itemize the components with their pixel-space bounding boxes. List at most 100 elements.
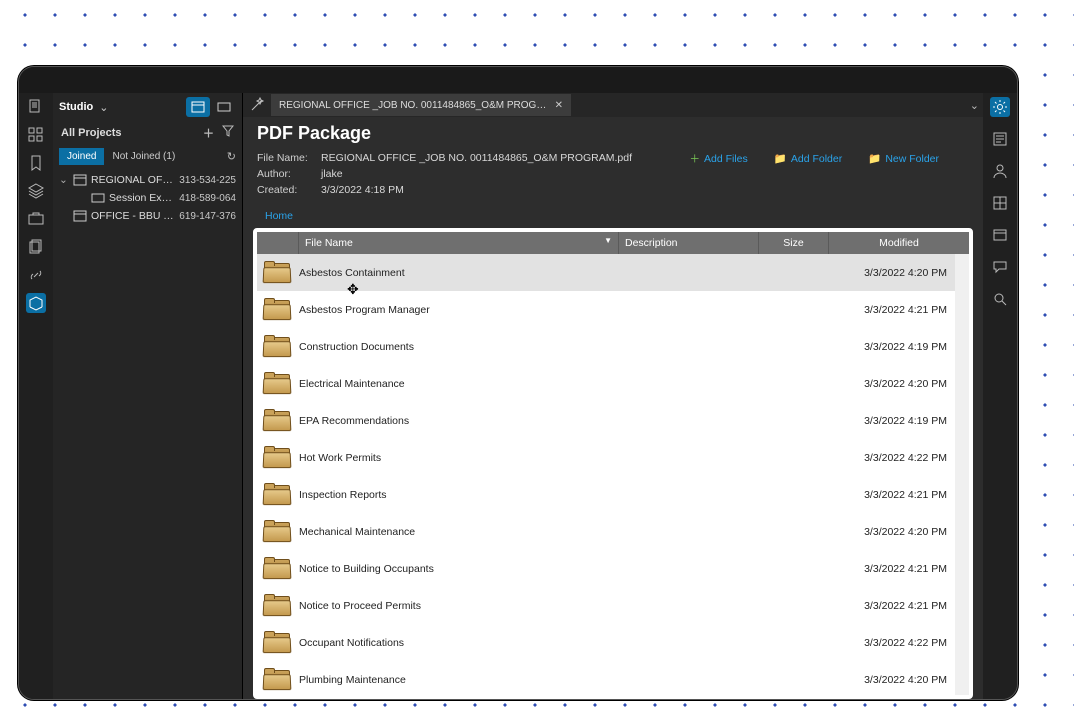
row-filename: Occupant Notifications <box>299 637 605 649</box>
col-filename[interactable]: File Name▼ <box>299 232 619 254</box>
studio-panel: Studio ⌄ All Projects ＋ Joined Not Joine… <box>53 93 243 699</box>
tab-not-joined[interactable]: Not Joined (1) <box>104 148 183 165</box>
add-folder-link[interactable]: 📁Add Folder <box>774 151 842 166</box>
studio-icon[interactable] <box>26 293 46 313</box>
folder-icon <box>257 298 299 322</box>
studio-label: Studio <box>59 101 93 113</box>
document-tab-title: REGIONAL OFFICE _JOB NO. 0011484865_O&M … <box>279 100 547 111</box>
package-heading: PDF Package <box>257 123 969 144</box>
row-modified: 3/3/2022 4:22 PM <box>815 452 955 464</box>
row-modified: 3/3/2022 4:21 PM <box>815 304 955 316</box>
row-filename: EPA Recommendations <box>299 415 605 427</box>
row-filename: Hot Work Permits <box>299 452 605 464</box>
created-key: Created: <box>257 184 311 196</box>
project-icon <box>91 192 105 204</box>
add-project-icon[interactable]: ＋ <box>203 125 214 141</box>
document-area: REGIONAL OFFICE _JOB NO. 0011484865_O&M … <box>243 93 983 699</box>
row-modified: 3/3/2022 4:20 PM <box>815 267 955 279</box>
document-tab[interactable]: REGIONAL OFFICE _JOB NO. 0011484865_O&M … <box>271 94 571 116</box>
right-icon-rail <box>983 93 1017 699</box>
table-row[interactable]: EPA Recommendations3/3/2022 4:19 PM <box>257 402 955 439</box>
col-description[interactable]: Description <box>619 232 759 254</box>
col-icon[interactable] <box>257 232 299 254</box>
project-icon <box>73 210 87 222</box>
studio-projects-toggle[interactable] <box>186 97 210 117</box>
table-row[interactable]: Asbestos Program Manager 3/3/2022 4:21 PM <box>257 291 955 328</box>
tree-item[interactable]: Session Example418-589-064 <box>55 189 240 207</box>
left-icon-rail <box>19 93 53 699</box>
row-modified: 3/3/2022 4:21 PM <box>815 489 955 501</box>
bookmark-icon[interactable] <box>26 153 46 173</box>
table-row[interactable]: Construction Documents3/3/2022 4:19 PM <box>257 328 955 365</box>
share-icon[interactable] <box>990 193 1010 213</box>
table-row[interactable]: Occupant Notifications 3/3/2022 4:22 PM <box>257 624 955 661</box>
user-icon[interactable] <box>990 161 1010 181</box>
filter-icon[interactable] <box>222 125 234 141</box>
row-filename: Plumbing Maintenance <box>299 674 605 686</box>
row-modified: 3/3/2022 4:20 PM <box>815 526 955 538</box>
chevron-down-icon: ⌄ <box>99 101 108 114</box>
row-modified: 3/3/2022 4:20 PM <box>815 674 955 686</box>
chat-icon[interactable] <box>990 257 1010 277</box>
author-value: jlake <box>321 168 343 180</box>
forms-icon[interactable] <box>990 225 1010 245</box>
properties-icon[interactable] <box>990 129 1010 149</box>
breadcrumb-home[interactable]: Home <box>265 210 293 222</box>
folder-icon <box>257 557 299 581</box>
tab-overflow-chevron[interactable]: ⌄ <box>970 99 983 112</box>
folder-icon <box>257 668 299 692</box>
col-modified[interactable]: Modified <box>829 232 969 254</box>
toolchest-icon[interactable] <box>26 209 46 229</box>
layers-icon[interactable] <box>26 181 46 201</box>
studio-sessions-toggle[interactable] <box>212 97 236 117</box>
close-tab-icon[interactable]: ✕ <box>555 100 563 111</box>
table-row[interactable]: Inspection Reports 3/3/2022 4:21 PM <box>257 476 955 513</box>
table-row[interactable]: Mechanical Maintenance3/3/2022 4:20 PM <box>257 513 955 550</box>
sets-icon[interactable] <box>26 237 46 257</box>
new-folder-link[interactable]: 📁New Folder <box>868 151 939 166</box>
file-rows: Asbestos Containment✥3/3/2022 4:20 PMAsb… <box>257 254 955 695</box>
search-icon[interactable] <box>990 289 1010 309</box>
app-window: Studio ⌄ All Projects ＋ Joined Not Joine… <box>18 66 1018 700</box>
folder-plus-icon: 📁 <box>774 152 787 165</box>
breadcrumb: Home <box>243 206 983 228</box>
all-projects-label: All Projects <box>61 127 122 139</box>
vertical-scrollbar[interactable] <box>955 254 969 695</box>
row-modified: 3/3/2022 4:22 PM <box>815 637 955 649</box>
row-filename: Asbestos Containment✥ <box>299 267 605 279</box>
window-titlebar[interactable] <box>19 67 1017 93</box>
table-row[interactable]: Notice to Proceed Permits3/3/2022 4:21 P… <box>257 587 955 624</box>
grid-icon[interactable] <box>26 125 46 145</box>
project-tree: ⌄REGIONAL OFFICE TER...313-534-225Sessio… <box>53 167 242 229</box>
row-filename: Asbestos Program Manager <box>299 304 605 316</box>
package-actions: ＋Add Files 📁Add Folder 📁New Folder <box>690 151 940 166</box>
table-row[interactable]: Plumbing Maintenance 3/3/2022 4:20 PM <box>257 661 955 695</box>
table-row[interactable]: Notice to Building Occupants3/3/2022 4:2… <box>257 550 955 587</box>
all-projects-header: All Projects ＋ <box>53 121 242 145</box>
table-row[interactable]: Electrical Maintenance3/3/2022 4:20 PM <box>257 365 955 402</box>
col-size[interactable]: Size <box>759 232 829 254</box>
settings-gear-icon[interactable] <box>990 97 1010 117</box>
row-filename: Inspection Reports <box>299 489 605 501</box>
studio-selector[interactable]: Studio ⌄ <box>53 93 242 121</box>
tree-item[interactable]: ⌄REGIONAL OFFICE TER...313-534-225 <box>55 171 240 189</box>
document-tab-row: REGIONAL OFFICE _JOB NO. 0011484865_O&M … <box>243 93 983 117</box>
folder-icon <box>257 335 299 359</box>
file-list-card: File Name▼ Description Size Modified Asb… <box>253 228 973 699</box>
filename-key: File Name: <box>257 152 311 164</box>
links-icon[interactable] <box>26 265 46 285</box>
table-row[interactable]: Asbestos Containment✥ 3/3/2022 4:20 PM <box>257 254 955 291</box>
tree-item[interactable]: OFFICE - BBU T5 Job No...619-147-376 <box>55 207 240 225</box>
project-icon <box>73 174 87 186</box>
folder-icon <box>257 446 299 470</box>
refresh-icon[interactable]: ↻ <box>227 150 236 163</box>
author-key: Author: <box>257 168 311 180</box>
folder-icon <box>257 409 299 433</box>
add-files-link[interactable]: ＋Add Files <box>690 151 748 166</box>
tab-joined[interactable]: Joined <box>59 148 104 165</box>
row-filename: Electrical Maintenance <box>299 378 605 390</box>
wand-icon[interactable] <box>243 97 271 113</box>
table-row[interactable]: Hot Work Permits 3/3/2022 4:22 PM <box>257 439 955 476</box>
file-access-icon[interactable] <box>26 97 46 117</box>
folder-new-icon: 📁 <box>868 152 881 165</box>
